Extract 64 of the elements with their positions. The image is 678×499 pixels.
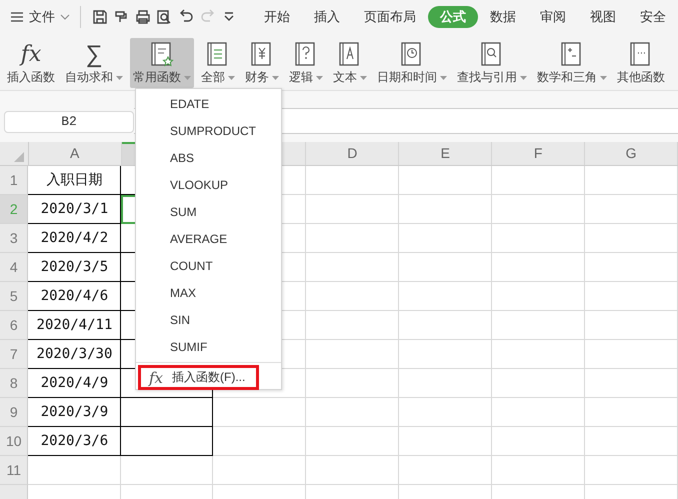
row-header[interactable]: 4 [0,253,28,282]
insert-function-item[interactable]: fx 插入函数(F)... [138,365,259,390]
row-header[interactable]: 9 [0,398,28,427]
sigma-icon: ∑ [85,42,103,66]
ribbon-button[interactable]: 常用函数 [130,38,194,88]
menu-item[interactable]: SUMIF [136,334,281,361]
table-cell: 2020/3/9 [28,398,122,427]
ribbon-button[interactable]: 其他函数 [614,38,668,88]
row-header[interactable]: 3 [0,224,28,253]
name-box[interactable]: B2 [4,110,134,132]
file-menu-label: 文件 [29,8,55,26]
column-header[interactable]: F [492,142,586,165]
ribbon-button[interactable]: 日期和时间 [374,38,450,88]
ribbon-tab[interactable]: 视图 [578,6,628,28]
ribbon-tab[interactable]: 安全 [628,6,678,28]
ribbon-tab[interactable]: 数据 [478,6,528,28]
menu-item[interactable]: SUMPRODUCT [136,118,281,145]
menu-item[interactable]: ABS [136,145,281,172]
row-header[interactable]: 1 [0,166,28,195]
row-header[interactable]: 7 [0,340,28,369]
menu-item[interactable]: SIN [136,307,281,334]
function-icon: fx [20,44,42,66]
column-header[interactable]: D [306,142,400,165]
row-header[interactable]: 10 [0,427,28,456]
menu-item[interactable]: VLOOKUP [136,172,281,199]
menu-item[interactable]: MAX [136,280,281,307]
ribbon-tab[interactable]: 插入 [302,6,352,28]
ribbon-button[interactable]: fx 插入函数 [4,38,58,88]
row-header[interactable]: 6 [0,311,28,340]
row-header[interactable]: 8 [0,369,28,398]
ribbon-button[interactable]: ∑ 自动求和 [62,38,126,88]
column-header[interactable]: E [399,142,492,165]
table-cell: 2020/4/2 [28,224,122,253]
row-header[interactable]: 5 [0,282,28,311]
ribbon-button[interactable]: 逻辑 [286,38,326,88]
corner-triangle-icon [14,152,24,162]
table-cell: 2020/3/30 [28,340,122,369]
menu-item[interactable]: SUM [136,199,281,226]
row-header[interactable]: 11 [0,456,28,485]
ribbon-tab[interactable]: 开始 [252,6,302,28]
menu-item-label: 插入函数(F)... [172,369,246,386]
ribbon-button[interactable]: 全部 [198,38,238,88]
column-header[interactable]: G [585,142,678,165]
table-cell: 2020/3/6 [28,427,122,456]
table-cell: 2020/3/1 [28,195,122,224]
ribbon-tab[interactable]: 审阅 [528,6,578,28]
menu-item[interactable]: AVERAGE [136,226,281,253]
chevron-icon [60,14,70,20]
function-icon: fx [149,368,164,386]
ribbon-button[interactable]: 文本 [330,38,370,88]
table-cell: 入职日期 [28,166,122,195]
menu-item[interactable]: EDATE [136,91,281,118]
file-menu[interactable]: 文件 [10,8,70,26]
ribbon-button[interactable]: 数学和三角 [534,38,610,88]
menu-item[interactable]: COUNT [136,253,281,280]
table-cell: 2020/4/6 [28,282,122,311]
book-icon [149,40,175,68]
menu-icon [10,11,24,23]
table-cell: 2020/4/9 [28,369,122,398]
ribbon-button[interactable]: 查找与引用 [454,38,530,88]
ribbon-button[interactable]: 财务 [242,38,282,88]
ribbon-tab[interactable]: 页面布局 [352,6,428,28]
table-cell: 2020/4/11 [28,311,122,340]
table-cell: 2020/3/5 [28,253,122,282]
